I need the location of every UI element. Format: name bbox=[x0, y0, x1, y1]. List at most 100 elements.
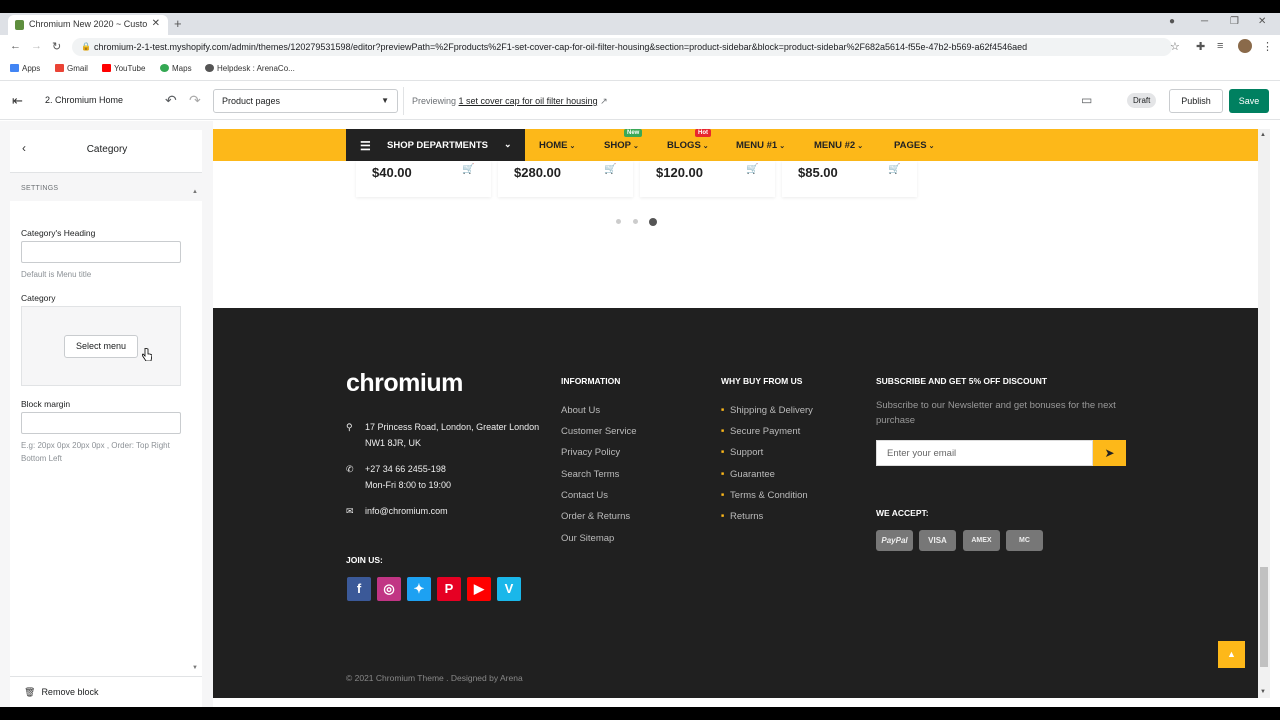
email-text[interactable]: info@chromium.com bbox=[365, 503, 448, 519]
youtube-icon bbox=[102, 64, 111, 72]
theme-name: 2. Chromium Home bbox=[45, 95, 124, 105]
footer-logo[interactable]: chromium bbox=[346, 369, 463, 398]
carousel-dot[interactable] bbox=[616, 219, 621, 224]
redo-icon[interactable]: ↷ bbox=[189, 92, 201, 109]
cart-icon[interactable]: 🛒 bbox=[462, 164, 474, 175]
close-tab-icon[interactable]: ✕ bbox=[152, 18, 160, 29]
maps-pin-icon bbox=[160, 64, 169, 72]
newsletter-email-input[interactable]: Enter your email bbox=[876, 440, 1093, 466]
record-icon[interactable]: ● bbox=[1169, 16, 1175, 27]
back-to-top-icon[interactable]: ▲ bbox=[1218, 641, 1245, 668]
back-icon[interactable]: ← bbox=[10, 40, 21, 52]
shopify-favicon-icon bbox=[15, 20, 24, 30]
publish-button[interactable]: Publish bbox=[1169, 89, 1223, 113]
nav-blogs[interactable]: BLOGS ⌄ bbox=[667, 140, 709, 151]
bookmark-maps[interactable]: Maps bbox=[160, 64, 192, 73]
save-button[interactable]: Save bbox=[1229, 89, 1269, 113]
profile-avatar[interactable] bbox=[1238, 39, 1252, 53]
footer-link[interactable]: Shipping & Delivery bbox=[721, 405, 813, 416]
footer-link[interactable]: Order & Returns bbox=[561, 511, 630, 522]
heading-input[interactable] bbox=[21, 241, 181, 263]
scroll-thumb[interactable] bbox=[1260, 567, 1268, 667]
heading-help: Default is Menu title bbox=[21, 270, 92, 279]
nav-menu-2[interactable]: MENU #2 ⌄ bbox=[814, 140, 863, 151]
sidebar-scrollbar[interactable]: ▲ ▼ bbox=[192, 181, 198, 671]
youtube-icon[interactable]: ▶ bbox=[467, 577, 491, 601]
scroll-up-icon[interactable]: ▲ bbox=[192, 189, 198, 195]
cart-icon[interactable]: 🛒 bbox=[888, 164, 900, 175]
scroll-down-icon[interactable]: ▼ bbox=[192, 665, 198, 671]
email-row: ✉ info@chromium.com bbox=[346, 503, 536, 519]
instagram-icon[interactable]: ◎ bbox=[377, 577, 401, 601]
footer-link[interactable]: About Us bbox=[561, 405, 600, 416]
bookmark-helpdesk[interactable]: Helpdesk : ArenaCo... bbox=[205, 64, 295, 73]
minimize-icon[interactable]: ─ bbox=[1201, 16, 1208, 27]
twitter-icon[interactable]: ✦ bbox=[407, 577, 431, 601]
nav-home[interactable]: HOME ⌄ bbox=[539, 140, 575, 151]
bookmark-gmail[interactable]: Gmail bbox=[55, 64, 88, 73]
product-card[interactable]: $40.00 🛒 bbox=[356, 161, 491, 197]
footer-link[interactable]: Support bbox=[721, 447, 763, 458]
new-tab-icon[interactable]: + bbox=[174, 16, 182, 31]
store-preview: ☰ SHOP DEPARTMENTS ⌄ HOME ⌄ SHOP ⌄ New BLO… bbox=[213, 129, 1258, 698]
chevron-down-icon: ⌄ bbox=[632, 143, 639, 150]
visa-icon: VISA bbox=[919, 530, 956, 551]
scroll-up-icon[interactable]: ▲ bbox=[1260, 132, 1266, 138]
scroll-down-icon[interactable]: ▼ bbox=[1260, 689, 1266, 695]
undo-icon[interactable]: ↶ bbox=[165, 92, 177, 109]
extensions-icon[interactable]: ✚ bbox=[1196, 40, 1205, 53]
product-card[interactable]: $85.00 🛒 bbox=[782, 161, 917, 197]
footer-link[interactable]: Contact Us bbox=[561, 490, 608, 501]
footer-link[interactable]: Guarantee bbox=[721, 469, 775, 480]
select-menu-button[interactable]: Select menu bbox=[64, 335, 138, 358]
margin-input[interactable] bbox=[21, 412, 181, 434]
forward-icon[interactable]: → bbox=[31, 40, 42, 52]
address-bar[interactable]: 🔒 chromium-2-1-test.myshopify.com/admin/… bbox=[72, 38, 1172, 56]
pointer-cursor-icon bbox=[142, 348, 152, 361]
vimeo-icon[interactable]: V bbox=[497, 577, 521, 601]
page-type-select[interactable]: Product pages ▼ bbox=[213, 89, 398, 113]
carousel-dot-active[interactable] bbox=[649, 218, 657, 226]
new-badge: New bbox=[624, 129, 643, 137]
reading-list-icon[interactable]: ≡ bbox=[1217, 40, 1223, 52]
exit-editor-icon[interactable]: ⇤ bbox=[12, 93, 23, 109]
chevron-down-icon: ⌄ bbox=[857, 143, 864, 150]
more-menu-icon[interactable]: ⋮ bbox=[1262, 40, 1273, 53]
footer-link[interactable]: Returns bbox=[721, 511, 763, 522]
product-card[interactable]: $280.00 🛒 bbox=[498, 161, 633, 197]
nav-shop[interactable]: SHOP ⌄ bbox=[604, 140, 639, 151]
preview-scrollbar[interactable]: ▲ ▼ bbox=[1258, 129, 1270, 698]
product-card[interactable]: $120.00 🛒 bbox=[640, 161, 775, 197]
restore-icon[interactable]: ❐ bbox=[1230, 16, 1239, 27]
facebook-icon[interactable]: f bbox=[347, 577, 371, 601]
close-window-icon[interactable]: ✕ bbox=[1258, 16, 1266, 27]
product-price: $120.00 bbox=[656, 165, 703, 180]
remove-block-bar: 🗑 Remove block bbox=[10, 676, 202, 707]
remove-block-button[interactable]: 🗑 Remove block bbox=[24, 687, 98, 698]
bookmark-apps[interactable]: Apps bbox=[10, 64, 40, 73]
cart-icon[interactable]: 🛒 bbox=[746, 164, 758, 175]
external-link-icon[interactable]: ↗ bbox=[600, 96, 608, 106]
shop-departments-button[interactable]: ☰ SHOP DEPARTMENTS ⌄ bbox=[346, 129, 525, 161]
cart-icon[interactable]: 🛒 bbox=[604, 164, 616, 175]
star-icon[interactable]: ☆ bbox=[1170, 40, 1180, 53]
bookmark-youtube[interactable]: YouTube bbox=[102, 64, 145, 73]
nav-pages[interactable]: PAGES ⌄ bbox=[894, 140, 934, 151]
hours-text: Mon-Fri 8:00 to 19:00 bbox=[365, 480, 452, 490]
browser-tab[interactable]: Chromium New 2020 ~ Customiz ✕ bbox=[8, 15, 168, 35]
footer-link[interactable]: Search Terms bbox=[561, 469, 619, 480]
carousel-dot[interactable] bbox=[633, 219, 638, 224]
footer-link[interactable]: Customer Service bbox=[561, 426, 637, 437]
previewing-product-link[interactable]: 1 set cover cap for oil filter housing bbox=[459, 96, 598, 106]
reload-icon[interactable]: ↻ bbox=[52, 40, 61, 53]
desktop-preview-icon[interactable]: ▭ bbox=[1081, 93, 1092, 107]
footer-link[interactable]: Terms & Condition bbox=[721, 490, 808, 501]
nav-menu-1[interactable]: MENU #1 ⌄ bbox=[736, 140, 785, 151]
footer-link[interactable]: Secure Payment bbox=[721, 426, 800, 437]
send-icon[interactable]: ➤ bbox=[1093, 440, 1126, 466]
footer-link[interactable]: Our Sitemap bbox=[561, 533, 614, 544]
pinterest-icon[interactable]: P bbox=[437, 577, 461, 601]
footer-link[interactable]: Privacy Policy bbox=[561, 447, 620, 458]
apps-grid-icon bbox=[10, 64, 19, 72]
store-footer: chromium ⚲ 17 Princess Road, London, Gre… bbox=[213, 308, 1258, 698]
